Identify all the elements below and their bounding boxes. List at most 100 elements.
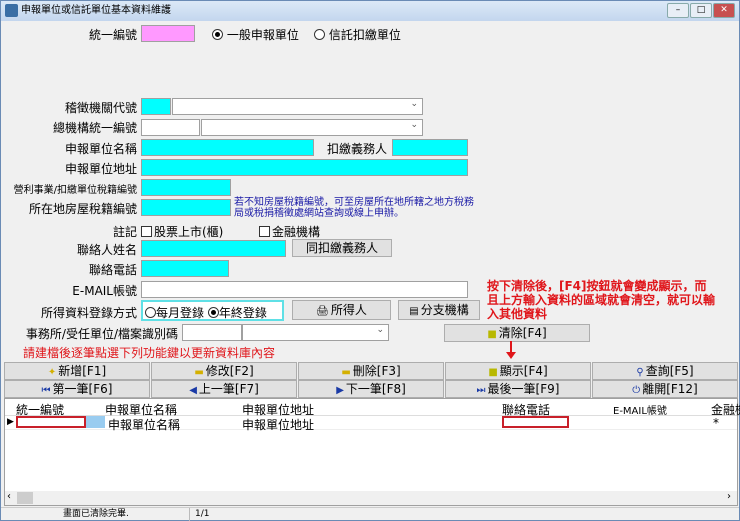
col-email[interactable]: E-MAIL帳號 — [613, 402, 667, 417]
hq-ban-label: 總機構統一編號 — [52, 121, 137, 135]
contact-name-input[interactable] — [141, 240, 286, 257]
delete-button[interactable]: ▬ 刪除[F3] — [298, 362, 444, 380]
ban-input[interactable] — [141, 25, 195, 42]
cell-address[interactable]: 申報單位地址 — [242, 416, 314, 433]
app-icon — [5, 4, 18, 17]
phone-label: 聯絡電話 — [88, 263, 137, 277]
income-person-button[interactable]: 🖨 所得人 — [292, 300, 391, 320]
edit-label: 修改[F2] — [205, 364, 254, 378]
branch-icon: ▤ — [409, 306, 419, 317]
checkbox-financial[interactable]: 金融機構 — [259, 223, 320, 240]
email-input[interactable] — [141, 281, 468, 298]
house-tax-note: 若不知房屋稅籍編號，可至房屋所在地所轄之地方稅務局或稅捐稽徵處網站查詢或線上申辦… — [234, 197, 474, 219]
minimize-button[interactable]: – — [667, 3, 689, 18]
prev-icon: ◀ — [189, 385, 197, 396]
checkbox-financial-label: 金融機構 — [272, 225, 321, 239]
exit-label: 離開[F12] — [642, 382, 698, 396]
display-icon: ■ — [488, 367, 498, 378]
data-grid[interactable]: 統一編號 申報單位名稱 申報單位地址 聯絡電話 E-MAIL帳號 金融機 ▶ 申… — [4, 398, 740, 506]
edit-button[interactable]: ▬ 修改[F2] — [151, 362, 297, 380]
contact-name-label: 聯絡人姓名 — [76, 243, 137, 257]
unit-address-input[interactable] — [141, 159, 468, 176]
hq-ban-input[interactable] — [141, 119, 200, 136]
delete-label: 刪除[F3] — [352, 364, 401, 378]
tax-office-select[interactable]: ⌄ — [172, 98, 423, 115]
unit-address-label: 申報單位地址 — [64, 162, 137, 176]
query-label: 查詢[F5] — [645, 364, 694, 378]
radio-yearly[interactable]: 年終登錄 — [207, 306, 267, 320]
arrow-down-icon — [506, 352, 516, 359]
hint-text: 請建檔後逐筆點選下列功能鍵以更新資料庫內容 — [23, 346, 276, 360]
first-button[interactable]: ⏮ 第一筆[F6] — [4, 380, 150, 398]
add-button[interactable]: ✦ 新增[F1] — [4, 362, 150, 380]
scroll-thumb[interactable] — [17, 492, 33, 504]
office-code-input[interactable] — [182, 324, 242, 341]
income-person-icon: 🖨 — [316, 306, 329, 317]
clear-button[interactable]: ■ 清除[F4] — [444, 324, 590, 342]
status-bar: 畫面已清除完畢. 1/1 — [1, 507, 739, 521]
branch-label: 分支機構 — [420, 303, 469, 317]
first-label: 第一筆[F6] — [52, 382, 113, 396]
table-row[interactable]: ▶ 申報單位名稱 申報單位地址 * — [5, 416, 737, 433]
house-tax-label: 所在地房屋稅籍編號 — [28, 202, 137, 216]
business-tax-input[interactable] — [141, 179, 231, 196]
same-withholder-button[interactable]: 同扣繳義務人 — [292, 239, 392, 257]
radio-trust[interactable]: 信託扣繳單位 — [314, 26, 401, 43]
cell-phone-input[interactable] — [502, 416, 569, 428]
clear-label: 清除[F4] — [498, 326, 547, 340]
checkbox-listed[interactable]: 股票上市(櫃) — [141, 223, 223, 240]
business-tax-label: 營利事業/扣繳單位稅籍編號 — [13, 185, 137, 196]
window-title: 申報單位或信託單位基本資料維護 — [21, 5, 171, 16]
close-button[interactable]: ✕ — [713, 3, 735, 18]
status-message: 畫面已清除完畢. — [63, 509, 129, 519]
chevron-down-icon: ⌄ — [376, 325, 384, 335]
annotation-text: 按下清除後，[F4]按鈕就會變成顯示，而且上方輸入資料的區域就會清空，就可以輸入… — [487, 279, 716, 321]
hq-ban-select[interactable]: ⌄ — [201, 119, 423, 136]
search-icon: ⚲ — [636, 367, 644, 378]
horizontal-scrollbar[interactable]: ‹ › — [5, 491, 737, 505]
add-icon: ✦ — [47, 367, 57, 378]
chevron-down-icon: ⌄ — [410, 120, 418, 130]
cell-financial[interactable]: * — [713, 416, 719, 430]
radio-general[interactable]: 一般申報單位 — [212, 26, 299, 43]
maximize-button[interactable]: □ — [690, 3, 712, 18]
next-button[interactable]: ▶ 下一筆[F8] — [298, 380, 444, 398]
phone-input[interactable] — [141, 260, 229, 277]
unit-name-input[interactable] — [141, 139, 314, 156]
email-label: E-MAIL帳號 — [72, 284, 137, 298]
cell-selection — [86, 416, 105, 428]
display-button[interactable]: ■ 顯示[F4] — [445, 362, 591, 380]
radio-monthly-label: 每月登錄 — [156, 306, 205, 320]
prev-label: 上一筆[F7] — [198, 382, 259, 396]
radio-general-label: 一般申報單位 — [226, 28, 299, 42]
radio-monthly[interactable]: 每月登錄 — [145, 306, 204, 320]
unit-name-label: 申報單位名稱 — [64, 142, 137, 156]
query-button[interactable]: ⚲ 查詢[F5] — [592, 362, 738, 380]
display-label: 顯示[F4] — [499, 364, 548, 378]
exit-button[interactable]: ⏻ 離開[F12] — [592, 380, 738, 398]
power-icon: ⏻ — [632, 385, 641, 396]
tax-office-code-input[interactable] — [141, 98, 171, 115]
status-page: 1/1 — [195, 509, 210, 519]
ban-label: 統一編號 — [88, 28, 137, 42]
edit-icon: ▬ — [194, 367, 204, 378]
cell-unit-name[interactable]: 申報單位名稱 — [108, 416, 180, 433]
prev-button[interactable]: ◀ 上一筆[F7] — [151, 380, 297, 398]
add-label: 新增[F1] — [58, 364, 107, 378]
branch-button[interactable]: ▤ 分支機構 — [398, 300, 480, 320]
next-icon: ▶ — [336, 385, 344, 396]
clear-icon: ■ — [487, 329, 497, 340]
last-icon: ⏭ — [476, 385, 486, 396]
row-pointer-icon: ▶ — [7, 417, 14, 427]
house-tax-input[interactable] — [141, 199, 231, 216]
income-mode-group: 每月登錄 年終登錄 — [141, 300, 284, 321]
cell-ban-input[interactable] — [16, 416, 86, 428]
radio-trust-label: 信託扣繳單位 — [328, 28, 401, 42]
scroll-left-icon[interactable]: ‹ — [7, 491, 11, 502]
next-label: 下一筆[F8] — [345, 382, 406, 396]
radio-yearly-label: 年終登錄 — [218, 306, 267, 320]
last-button[interactable]: ⏭ 最後一筆[F9] — [445, 380, 591, 398]
office-select[interactable]: ⌄ — [242, 324, 389, 341]
scroll-right-icon[interactable]: › — [727, 491, 731, 502]
withholder-input[interactable] — [392, 139, 468, 156]
